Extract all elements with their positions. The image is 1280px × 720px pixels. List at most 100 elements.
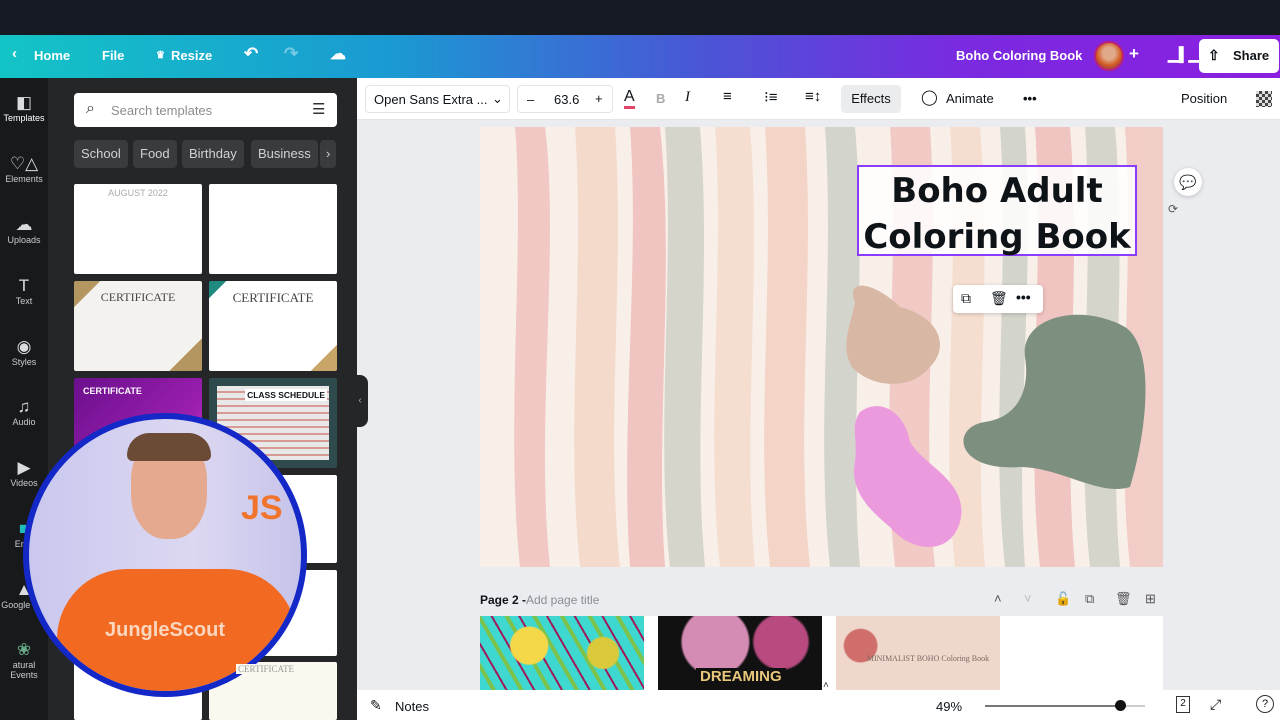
- coloring-image-dreaming[interactable]: DREAMING: [658, 616, 822, 690]
- add-page-icon[interactable]: ⊞: [1145, 591, 1156, 607]
- chip-birthday[interactable]: Birthday: [182, 140, 244, 168]
- search-templates-input[interactable]: ⌕ Search templates ☰: [74, 93, 337, 127]
- duplicate-icon[interactable]: ⧉: [961, 290, 971, 307]
- redo-icon[interactable]: ↷: [284, 44, 298, 64]
- rail-item-elements[interactable]: ♡△ Elements: [0, 154, 48, 184]
- fullscreen-icon[interactable]: ⤢: [1210, 696, 1221, 713]
- page-up-icon[interactable]: ˄: [994, 591, 1002, 606]
- thumb-text: MINIMALIST BOHO Coloring Book: [866, 654, 990, 663]
- header-bar: ‹ Home File ♛ Resize ↶ ↷ ☁ Boho Coloring…: [0, 35, 1280, 78]
- thumb-text: CERTIFICATE: [100, 290, 176, 304]
- transparency-icon[interactable]: [1256, 91, 1272, 107]
- list-icon[interactable]: ⁝≡: [764, 88, 778, 106]
- animate-button[interactable]: Animate: [946, 91, 994, 106]
- search-icon: ⌕: [86, 100, 95, 117]
- template-thumb[interactable]: CERTIFICATE: [74, 281, 202, 371]
- share-button[interactable]: ⇧ Share: [1199, 39, 1279, 73]
- position-button[interactable]: Position: [1181, 91, 1227, 106]
- share-label: Share: [1233, 48, 1270, 63]
- heading-text-box[interactable]: Boho Adult Coloring Book: [857, 165, 1137, 257]
- italic-icon[interactable]: I: [685, 89, 690, 106]
- stripe: [627, 127, 666, 567]
- rail-label: Uploads: [7, 235, 41, 245]
- elements-icon: ♡△: [9, 154, 39, 173]
- chip-food[interactable]: Food: [133, 140, 177, 168]
- duplicate-page-icon[interactable]: ⧉: [1085, 591, 1094, 607]
- filter-sliders-icon[interactable]: ☰: [312, 100, 325, 118]
- page-count-button[interactable]: 2: [1176, 696, 1190, 713]
- rail-item-templates[interactable]: ◧ Templates: [0, 93, 48, 123]
- undo-icon[interactable]: ↶: [244, 44, 258, 64]
- insights-chart-icon[interactable]: ▁▌▁: [1168, 46, 1199, 63]
- show-pages-chevron-icon[interactable]: ˄: [823, 680, 829, 691]
- design-page[interactable]: Boho Adult Coloring Book ⧉ 🗑 •••: [480, 127, 1163, 567]
- rail-label: Text: [15, 296, 33, 306]
- rail-item-audio[interactable]: ♫ Audio: [0, 397, 48, 427]
- webcam-hair: [127, 433, 211, 461]
- page-down-icon[interactable]: ˅: [1024, 591, 1032, 606]
- chevron-down-icon: ⌄: [492, 91, 503, 106]
- page-2-canvas[interactable]: DREAMING MINIMALIST BOHO Coloring Book: [480, 616, 1163, 690]
- stripe: [764, 127, 810, 567]
- collapse-panel-handle[interactable]: ‹: [352, 375, 368, 427]
- effects-button[interactable]: Effects: [841, 85, 901, 113]
- chip-business[interactable]: Business: [251, 140, 318, 168]
- thumb-text: AUGUST 2022: [108, 188, 168, 198]
- green-blob-shape[interactable]: [963, 314, 1146, 490]
- help-icon[interactable]: ?: [1256, 695, 1274, 713]
- text-color-icon[interactable]: A: [624, 88, 635, 109]
- element-context-menu: ⧉ 🗑 •••: [953, 285, 1043, 313]
- zoom-slider[interactable]: [985, 700, 1145, 711]
- align-center-icon[interactable]: ≡: [723, 88, 732, 105]
- rail-label: Elements: [5, 174, 43, 184]
- animate-icon: ◯: [921, 89, 938, 106]
- lock-icon[interactable]: 🔓: [1055, 591, 1071, 607]
- file-menu[interactable]: File: [102, 48, 124, 63]
- rail-label: Audio: [12, 417, 36, 427]
- more-options-icon[interactable]: •••: [1023, 91, 1037, 106]
- template-thumb[interactable]: [209, 184, 337, 274]
- stripe: [714, 127, 755, 567]
- font-family-dropdown[interactable]: Open Sans Extra ... ⌄: [365, 85, 510, 113]
- cloud-saved-icon[interactable]: ☁: [330, 44, 346, 64]
- document-title[interactable]: Boho Coloring Book: [956, 48, 1082, 63]
- chips-next-arrow-icon[interactable]: ›: [320, 140, 337, 168]
- stripe: [514, 127, 550, 567]
- add-collaborator-icon[interactable]: +: [1129, 44, 1139, 64]
- delete-page-icon[interactable]: 🗑: [1115, 591, 1132, 607]
- add-comment-icon[interactable]: 💬: [1174, 168, 1202, 196]
- template-thumb[interactable]: CERTIFICATE: [209, 281, 337, 371]
- rail-item-styles[interactable]: ◉ Styles: [0, 337, 48, 367]
- zoom-percentage[interactable]: 49%: [936, 699, 962, 714]
- resize-button[interactable]: Resize: [171, 48, 212, 63]
- palette-icon: ◉: [16, 337, 32, 356]
- chip-school[interactable]: School: [74, 140, 128, 168]
- rail-item-text[interactable]: T Text: [0, 276, 48, 306]
- rotate-icon[interactable]: ⟳: [1168, 202, 1178, 216]
- templates-icon: ◧: [15, 93, 33, 112]
- spacing-icon[interactable]: ≡↕: [805, 88, 821, 105]
- rail-item-natural-events[interactable]: ❀ atural Events: [0, 640, 48, 680]
- rail-item-uploads[interactable]: ☁ Uploads: [0, 215, 48, 245]
- template-thumb[interactable]: AUGUST 2022: [74, 184, 202, 274]
- avatar[interactable]: [1094, 41, 1124, 71]
- bold-icon[interactable]: B: [656, 91, 665, 106]
- zoom-slider-handle[interactable]: [1115, 700, 1127, 711]
- home-button[interactable]: Home: [34, 48, 70, 63]
- more-icon[interactable]: •••: [1016, 289, 1031, 305]
- rail-label: atural Events: [10, 660, 38, 680]
- thumb-text: CLASS SCHEDULE: [245, 389, 327, 401]
- back-chevron-icon[interactable]: ‹: [12, 45, 17, 62]
- font-size-increase[interactable]: +: [595, 91, 603, 106]
- rail-label: Videos: [10, 478, 38, 488]
- bottom-bar: ✎ Notes 49% 2 ⤢ ?: [357, 690, 1280, 720]
- thumb-text: CERTIFICATE: [236, 664, 296, 674]
- font-size-stepper[interactable]: – 63.6 +: [517, 85, 613, 113]
- notes-button[interactable]: Notes: [395, 699, 429, 714]
- coloring-image-tropical[interactable]: [480, 616, 644, 690]
- coloring-image-minimalist-boho[interactable]: MINIMALIST BOHO Coloring Book: [836, 616, 1000, 690]
- font-size-value[interactable]: 63.6: [554, 92, 579, 107]
- delete-trash-icon[interactable]: 🗑: [990, 290, 1008, 307]
- page-title-input[interactable]: Add page title: [526, 593, 599, 607]
- font-size-decrease[interactable]: –: [527, 92, 534, 107]
